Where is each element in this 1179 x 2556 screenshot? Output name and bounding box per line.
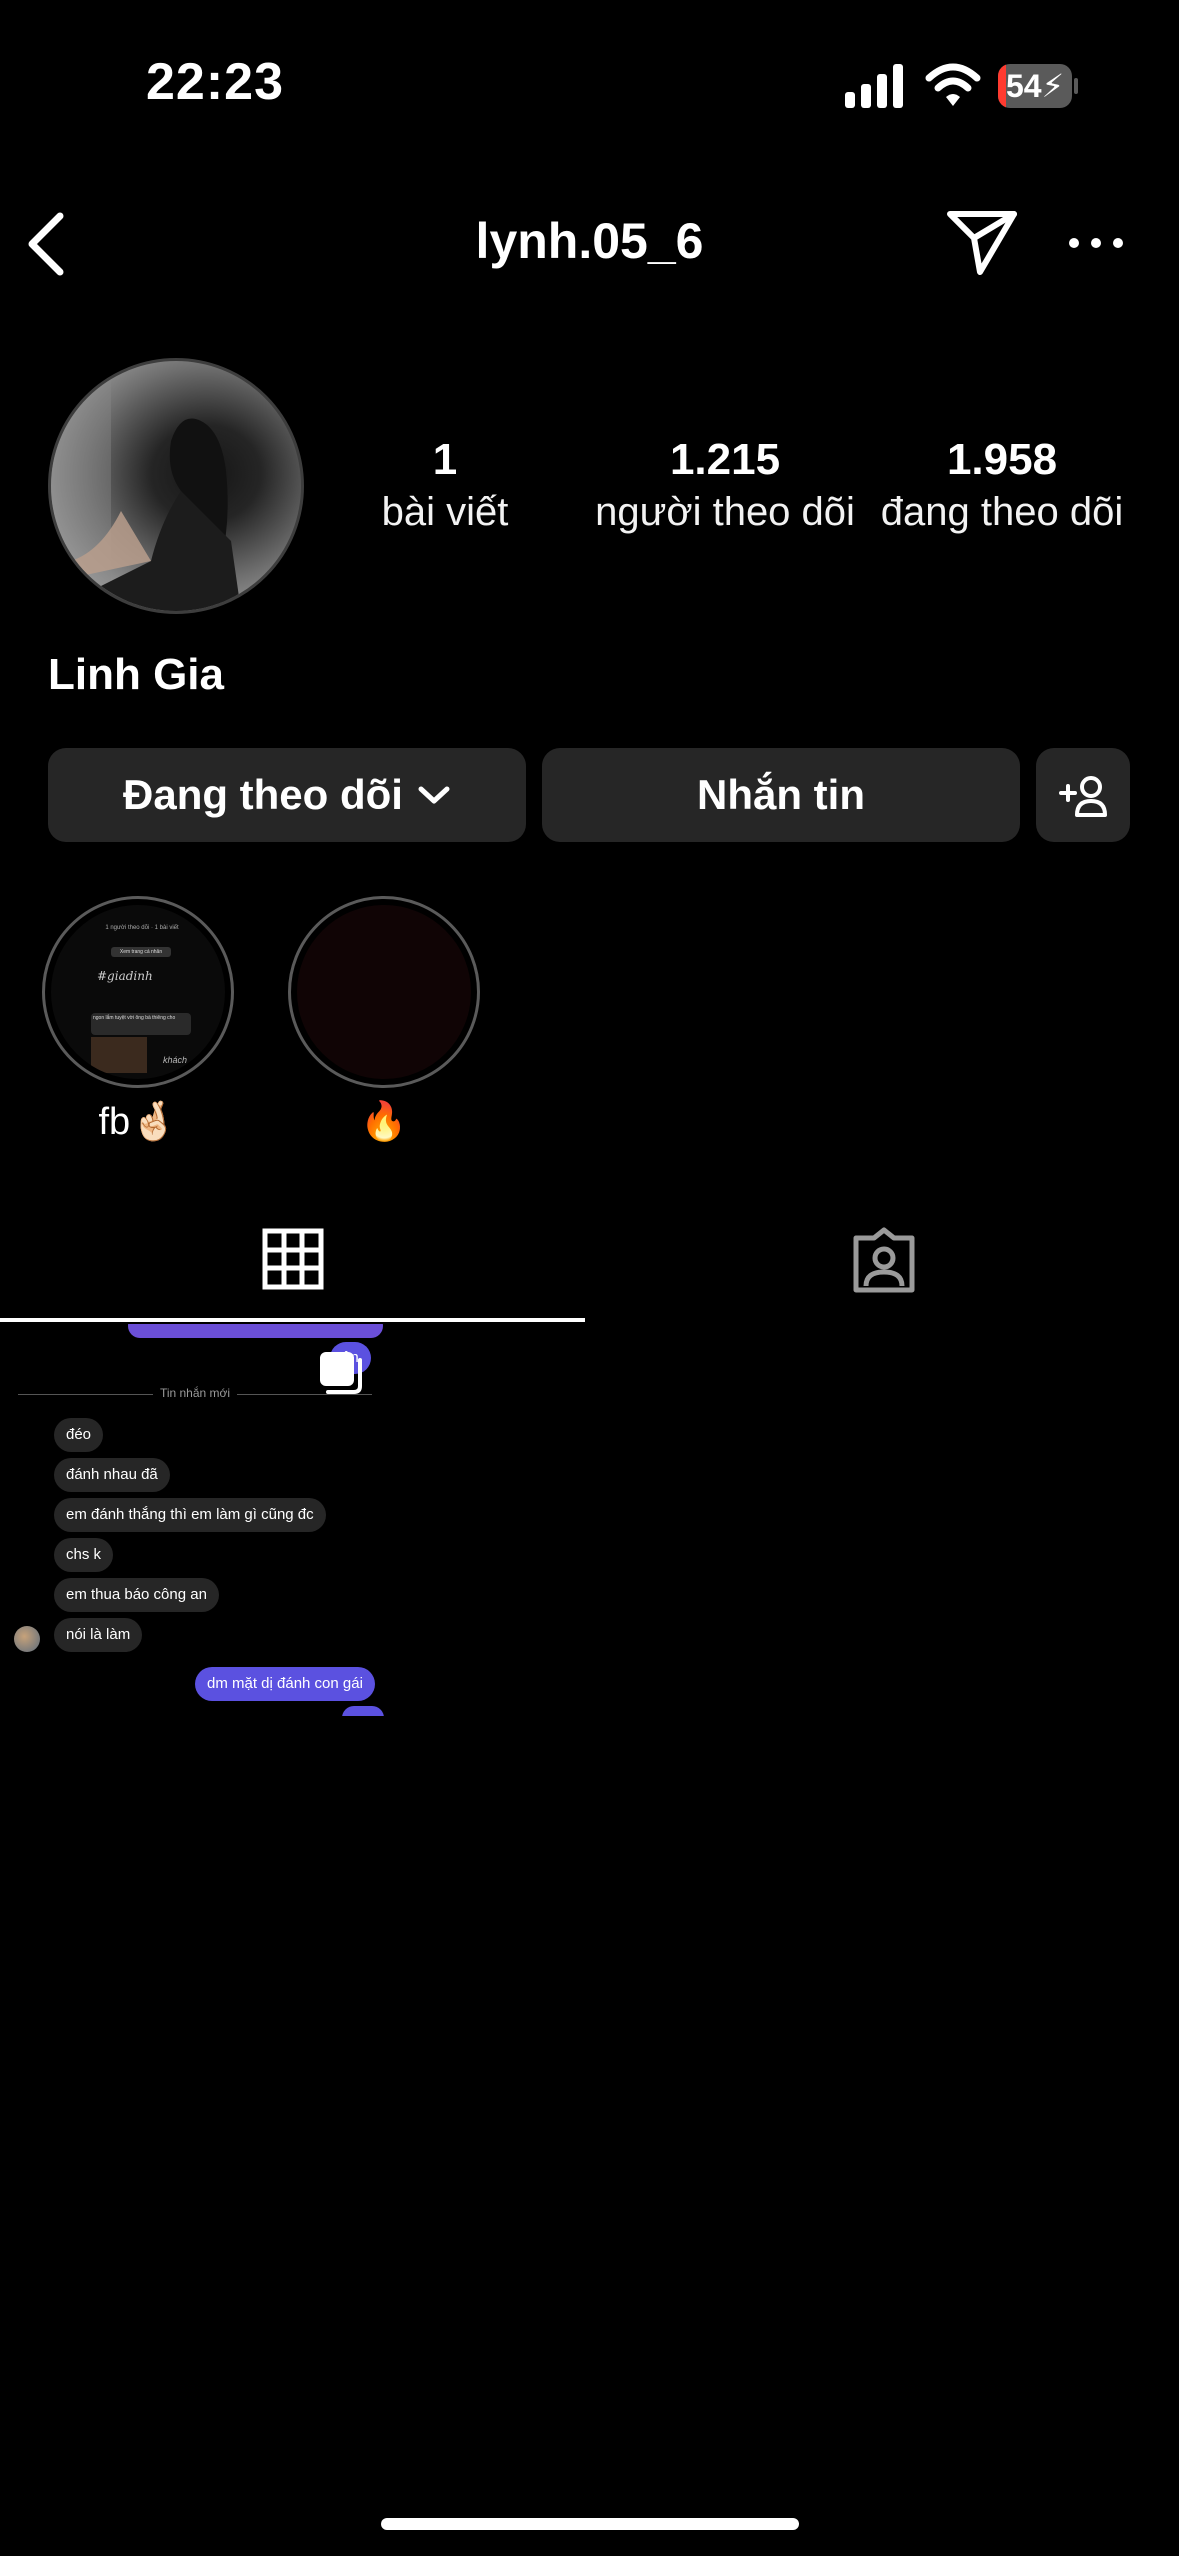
stat-followers-label: người theo dõi <box>595 490 855 534</box>
home-indicator[interactable] <box>381 2518 799 2530</box>
stat-following-label: đang theo dõi <box>880 490 1124 534</box>
add-person-icon <box>1059 776 1107 817</box>
stat-following-value: 1.958 <box>946 435 1058 484</box>
highlight-fire[interactable] <box>288 896 480 1088</box>
tab-tagged[interactable] <box>590 1210 1179 1322</box>
highlight-fire-label: 🔥 <box>360 1101 408 1143</box>
tab-posts[interactable] <box>0 1210 585 1322</box>
post-sender-avatar <box>14 1626 40 1652</box>
chevron-down-icon <box>418 786 450 804</box>
avatar[interactable] <box>48 358 304 614</box>
multi-photo-icon <box>320 1352 362 1394</box>
highlight-preview-line3: #giadinh <box>97 969 153 983</box>
stat-posts[interactable]: 1 bài viết <box>355 432 535 536</box>
post-message-left: nói là làm <box>54 1618 143 1652</box>
post-message-left: em thua báo công an <box>54 1578 219 1612</box>
cellular-signal-icon <box>845 64 903 108</box>
wifi-icon <box>925 63 981 106</box>
message-button[interactable]: Nhắn tin <box>542 748 1020 842</box>
stat-followers[interactable]: 1.215 người theo dõi <box>590 432 860 536</box>
post-message-right: dm mặt dị đánh con gái <box>195 1667 375 1701</box>
stat-posts-value: 1 <box>432 435 458 484</box>
more-icon[interactable] <box>1066 228 1126 258</box>
post-message-left: chs k <box>54 1538 114 1572</box>
highlight-fb[interactable]: 1 người theo dõi · 1 bài viết Xem trang … <box>42 896 234 1088</box>
stat-posts-label: bài viết <box>381 490 509 534</box>
tagged-icon <box>853 1227 915 1293</box>
suggest-people-button[interactable] <box>1036 748 1130 842</box>
post-divider-label: Tin nhắn mới <box>159 1386 231 1400</box>
following-button[interactable]: Đang theo dõi <box>48 748 526 842</box>
post-thumbnail[interactable]: ên Tin nhắn mới đéo đánh nhau đã em đánh… <box>0 1324 390 1716</box>
tab-indicator <box>0 1318 585 1322</box>
highlight-preview-line4: ngon lắm tuyệt vời ông bà thiêng cho <box>91 1013 191 1035</box>
highlight-fb-label: fb🤞🏻 <box>98 1101 178 1143</box>
highlight-preview-line5: khách <box>163 1055 188 1065</box>
battery-level: 54 <box>1005 68 1042 104</box>
post-message-left: đánh nhau đã <box>54 1458 170 1492</box>
display-name: Linh Gia <box>48 650 224 699</box>
following-label: Đang theo dõi <box>123 771 403 818</box>
send-icon[interactable] <box>946 208 1018 276</box>
post-message-left: em đánh thắng thì em làm gì cũng đc <box>54 1498 326 1532</box>
message-label: Nhắn tin <box>697 771 865 818</box>
grid-icon <box>262 1228 324 1290</box>
status-time: 22:23 <box>146 53 284 111</box>
post-message-left: đéo <box>54 1418 104 1452</box>
stat-following[interactable]: 1.958 đang theo dõi <box>870 432 1134 536</box>
highlight-preview-line1: 1 người theo dõi · 1 bài viết <box>105 925 179 931</box>
stat-followers-value: 1.215 <box>669 435 781 484</box>
highlight-preview-line2: Xem trang cá nhân <box>111 947 171 957</box>
battery-icon: 54⚡ <box>998 64 1078 108</box>
